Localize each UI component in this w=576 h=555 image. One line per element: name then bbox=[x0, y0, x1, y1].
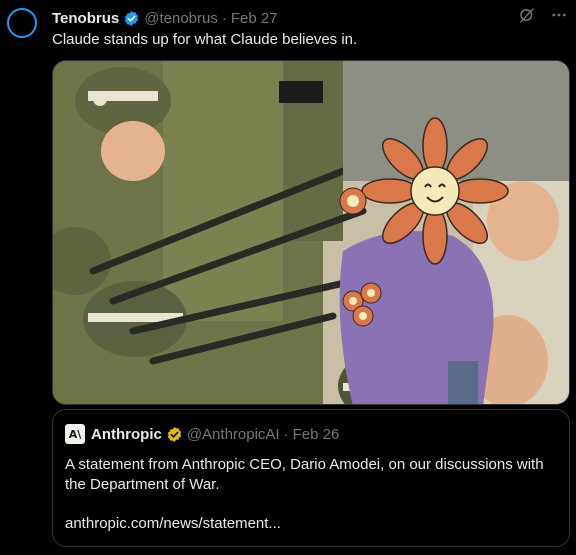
separator-dot: · bbox=[221, 9, 227, 27]
grok-icon[interactable] bbox=[518, 6, 536, 29]
quoted-separator-dot: · bbox=[283, 425, 289, 443]
author-name[interactable]: Tenobrus bbox=[52, 10, 119, 27]
quoted-tweet-link[interactable]: anthropic.com/news/statement... bbox=[65, 514, 281, 534]
tweet-image[interactable] bbox=[52, 60, 570, 405]
quoted-tweet-date[interactable]: Feb 26 bbox=[293, 426, 340, 443]
tweet-actions-top bbox=[518, 6, 568, 29]
author-avatar[interactable] bbox=[7, 8, 37, 38]
quoted-author-handle[interactable]: @AnthropicAI bbox=[187, 426, 280, 443]
quoted-tweet-text: A statement from Anthropic CEO, Dario Am… bbox=[65, 456, 544, 493]
quoted-author-name[interactable]: Anthropic bbox=[91, 426, 162, 443]
anthropic-logo-icon[interactable]: A\ bbox=[65, 424, 85, 444]
verified-org-badge-icon bbox=[166, 426, 183, 443]
tweet-text: Claude stands up for what Claude believe… bbox=[52, 31, 358, 48]
more-options-icon[interactable] bbox=[550, 6, 568, 29]
author-handle[interactable]: @tenobrus bbox=[144, 10, 218, 27]
quoted-tweet-header: A\ Anthropic @AnthropicAI · Feb 26 bbox=[65, 424, 339, 444]
anthropic-logo-text: A\ bbox=[68, 427, 82, 441]
tweet-illustration bbox=[53, 61, 569, 404]
tweet-date[interactable]: Feb 27 bbox=[231, 10, 278, 27]
quoted-tweet[interactable]: A\ Anthropic @AnthropicAI · Feb 26 A sta… bbox=[52, 409, 570, 547]
verified-badge-icon bbox=[123, 10, 140, 27]
tweet-header: Tenobrus @tenobrus · Feb 27 bbox=[52, 8, 278, 28]
